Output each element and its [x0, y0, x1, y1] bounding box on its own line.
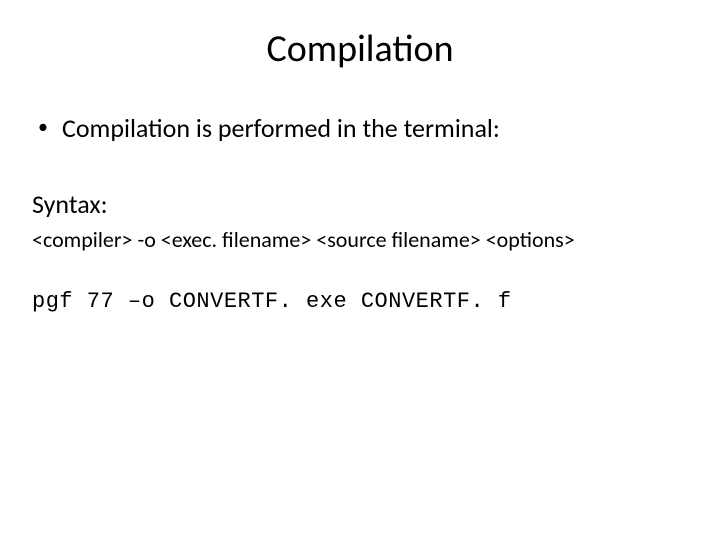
code-example: pgf 77 –o CONVERTF. exe CONVERTF. f: [30, 289, 690, 314]
bullet-text: Compilation is performed in the terminal…: [62, 112, 500, 144]
bullet-item: • Compilation is performed in the termin…: [30, 112, 690, 144]
syntax-template: <compiler> -o <exec. filename> <source f…: [30, 226, 690, 253]
slide-title: Compilation: [30, 26, 690, 72]
syntax-label: Syntax:: [30, 188, 690, 220]
bullet-dot: •: [38, 112, 48, 142]
